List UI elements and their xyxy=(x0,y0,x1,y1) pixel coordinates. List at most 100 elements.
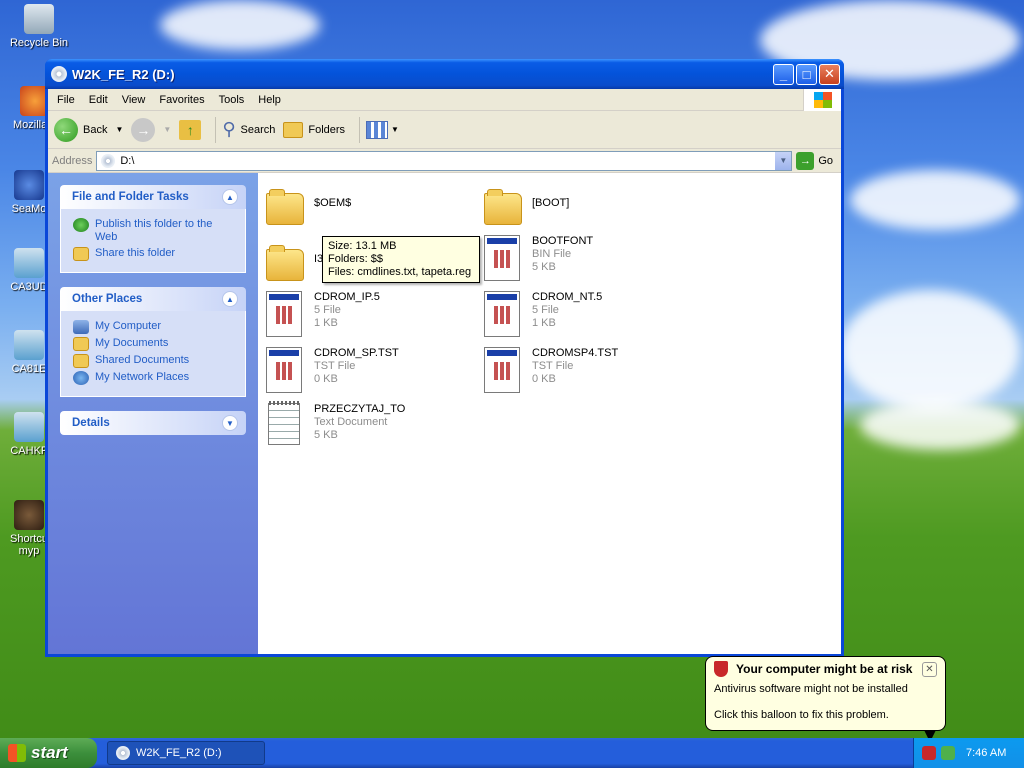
views-dropdown-icon: ▼ xyxy=(391,125,399,134)
window-title: W2K_FE_R2 (D:) xyxy=(72,66,175,82)
shared-documents-link[interactable]: Shared Documents xyxy=(73,354,235,368)
file-item-przeczytaj[interactable]: PRZECZYTAJ_TO Text Document 5 KB xyxy=(266,401,476,457)
security-balloon[interactable]: Your computer might be at risk ✕ Antivir… xyxy=(705,656,946,742)
menu-help[interactable]: Help xyxy=(251,94,288,106)
title-bar[interactable]: W2K_FE_R2 (D:) _ □ ✕ xyxy=(45,59,844,89)
file-item-bootfont[interactable]: BOOTFONT BIN File 5 KB xyxy=(484,235,694,289)
system-file-icon xyxy=(266,291,302,337)
clock[interactable]: 7:46 AM xyxy=(966,747,1006,759)
file-item-cdrom-sp[interactable]: CDROM_SP.TST TST File 0 KB xyxy=(266,347,476,401)
up-folder-button[interactable]: ↑ xyxy=(179,119,202,140)
back-arrow-icon: ← xyxy=(54,117,78,142)
file-item-boot[interactable]: [BOOT] xyxy=(484,183,694,237)
shortcut-icon xyxy=(14,500,44,530)
toolbar: ← Back ▼ → ▼ ↑ ⚲ Search Folders ▼ xyxy=(48,111,841,149)
back-dropdown-icon[interactable]: ▼ xyxy=(115,125,123,134)
system-tray: 7:46 AM xyxy=(913,738,1024,768)
file-item-cdromsp4[interactable]: CDROMSP4.TST TST File 0 KB xyxy=(484,347,694,401)
expand-icon[interactable]: ▼ xyxy=(222,415,238,431)
ca-icon xyxy=(14,330,44,360)
file-view: $OEM$ [BOOT] I3 BOOTFONT BIN File 5 KB C… xyxy=(258,173,841,654)
folder-icon xyxy=(266,245,304,281)
ca-icon xyxy=(14,412,44,442)
menu-edit[interactable]: Edit xyxy=(82,94,115,106)
folders-icon xyxy=(283,121,304,138)
menu-tools[interactable]: Tools xyxy=(212,94,252,106)
close-icon: ✕ xyxy=(925,663,934,675)
forward-arrow-icon: → xyxy=(131,117,156,142)
balloon-title: Your computer might be at risk xyxy=(736,662,913,676)
cd-drive-icon xyxy=(101,153,116,168)
my-documents-link[interactable]: My Documents xyxy=(73,337,235,351)
windows-logo-icon xyxy=(803,89,841,111)
taskbar-window-button[interactable]: W2K_FE_R2 (D:) xyxy=(107,741,265,765)
details-panel: Details ▼ xyxy=(60,411,246,435)
folders-button[interactable]: Folders xyxy=(283,121,345,138)
file-item-cdrom-nt[interactable]: CDROM_NT.5 5 File 1 KB xyxy=(484,291,694,345)
file-item-oem[interactable]: $OEM$ xyxy=(266,183,476,237)
security-alert-icon[interactable] xyxy=(922,746,936,760)
forward-button[interactable]: → ▼ xyxy=(131,117,171,142)
search-button[interactable]: ⚲ Search xyxy=(222,119,275,140)
collapse-icon[interactable]: ▲ xyxy=(222,189,238,205)
file-folder-tasks-header[interactable]: File and Folder Tasks ▲ xyxy=(60,185,246,209)
back-button[interactable]: ← Back ▼ xyxy=(54,117,123,142)
search-icon: ⚲ xyxy=(222,119,236,139)
balloon-line1: Antivirus software might not be installe… xyxy=(714,683,908,695)
collapse-icon[interactable]: ▲ xyxy=(222,291,238,307)
desktop-icon-recycle-bin[interactable]: Recycle Bin xyxy=(4,4,74,49)
folder-icon xyxy=(484,189,522,225)
toolbar-separator xyxy=(359,116,361,143)
details-header[interactable]: Details ▼ xyxy=(60,411,246,435)
my-network-places-link[interactable]: My Network Places xyxy=(73,371,235,385)
other-places-header[interactable]: Other Places ▲ xyxy=(60,287,246,311)
globe-icon xyxy=(73,218,89,232)
menu-bar: File Edit View Favorites Tools Help xyxy=(48,89,841,111)
chevron-down-icon: ▼ xyxy=(779,156,788,165)
explorer-window: W2K_FE_R2 (D:) _ □ ✕ File Edit View Favo… xyxy=(45,59,844,657)
views-button[interactable]: ▼ xyxy=(366,120,399,139)
my-documents-icon xyxy=(73,337,89,351)
views-icon xyxy=(366,120,389,139)
close-button[interactable]: ✕ xyxy=(819,63,840,85)
menu-view[interactable]: View xyxy=(115,94,153,106)
security-shield-icon xyxy=(714,661,728,677)
folder-tooltip: Size: 13.1 MB Folders: $$ Files: cmdline… xyxy=(322,236,480,283)
maximize-button[interactable]: □ xyxy=(796,63,817,85)
balloon-close-button[interactable]: ✕ xyxy=(922,661,937,677)
minimize-icon: _ xyxy=(779,66,788,82)
network-icon[interactable] xyxy=(941,746,955,760)
file-folder-tasks-panel: File and Folder Tasks ▲ Publish this fol… xyxy=(60,185,246,273)
maximize-icon: □ xyxy=(802,66,811,82)
cd-drive-icon xyxy=(116,746,130,760)
go-arrow-icon: → xyxy=(796,151,815,170)
close-icon: ✕ xyxy=(824,66,835,81)
ca-icon xyxy=(14,248,44,278)
menu-file[interactable]: File xyxy=(50,94,82,106)
file-item-cdrom-ip[interactable]: CDROM_IP.5 5 File 1 KB xyxy=(266,291,476,345)
share-folder-icon xyxy=(73,247,89,261)
folder-icon xyxy=(266,189,304,225)
up-folder-icon: ↑ xyxy=(179,119,202,140)
start-button[interactable]: start xyxy=(0,738,97,768)
my-computer-link[interactable]: My Computer xyxy=(73,320,235,334)
minimize-button[interactable]: _ xyxy=(773,63,794,85)
publish-folder-link[interactable]: Publish this folder to the Web xyxy=(73,218,235,244)
address-input[interactable]: D:\ ▼ xyxy=(96,150,793,171)
go-button[interactable]: → Go xyxy=(796,151,833,170)
system-file-icon xyxy=(266,347,302,393)
task-pane: File and Folder Tasks ▲ Publish this fol… xyxy=(48,173,258,654)
address-bar: Address D:\ ▼ → Go xyxy=(48,149,841,173)
cd-drive-icon xyxy=(51,66,67,82)
my-computer-icon xyxy=(73,320,89,334)
windows-flag-icon xyxy=(8,744,26,762)
share-folder-link[interactable]: Share this folder xyxy=(73,247,235,261)
system-file-icon xyxy=(484,347,520,393)
menu-favorites[interactable]: Favorites xyxy=(152,94,211,106)
toolbar-separator xyxy=(215,116,217,143)
address-dropdown-button[interactable]: ▼ xyxy=(775,151,792,170)
shared-documents-icon xyxy=(73,354,89,368)
balloon-line2: Click this balloon to fix this problem. xyxy=(714,709,889,721)
network-places-icon xyxy=(73,371,89,385)
seamonkey-icon xyxy=(14,170,44,200)
